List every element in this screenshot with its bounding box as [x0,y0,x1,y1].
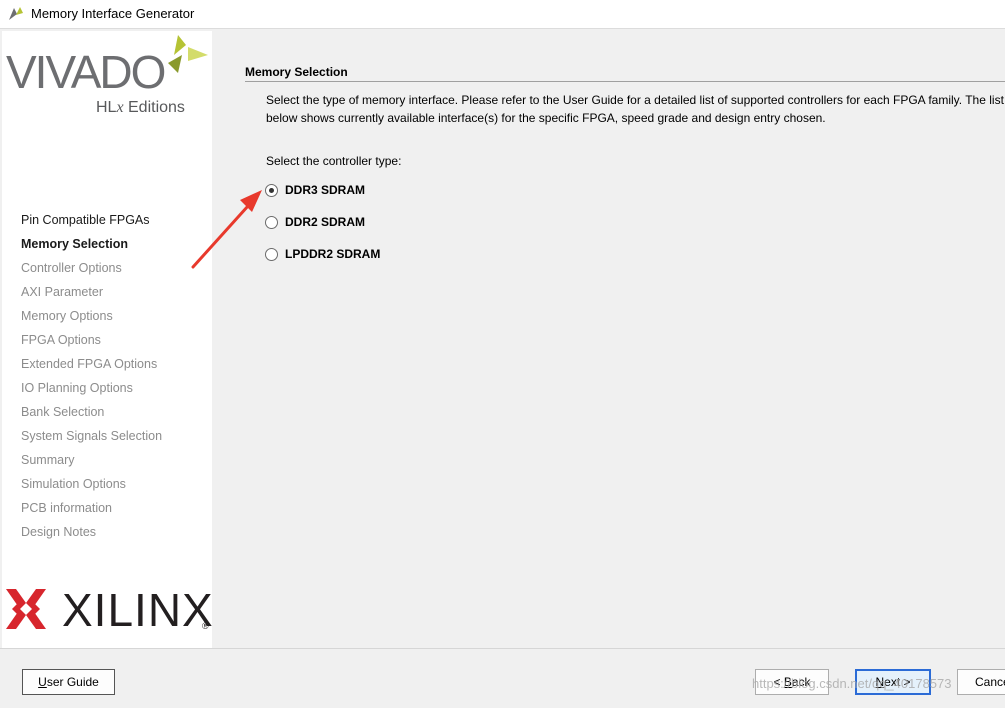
user-guide-button[interactable]: User Guide [22,669,115,695]
footer-divider [0,648,1005,649]
watermark-text: https://blog.csdn.net/qq_40178573 [752,676,952,691]
step-axi-parameter: AXI Parameter [21,285,103,299]
vivado-logo-text: VIVADO [6,46,166,98]
registered-mark: ® [202,621,209,631]
wizard-sidebar: VIVADO HLx Editions Pin Compatible FPGAs… [2,31,213,648]
step-bank-selection: Bank Selection [21,405,105,419]
vivado-leaf-icon [168,35,208,73]
controller-type-prompt: Select the controller type: [266,154,402,168]
step-pcb-information: PCB information [21,501,113,515]
step-io-planning-options: IO Planning Options [21,381,133,395]
section-divider [245,81,1005,82]
vivado-app-icon [9,7,23,20]
step-design-notes: Design Notes [21,525,97,539]
radio-button[interactable] [265,248,278,261]
radio-button[interactable] [265,216,278,229]
step-summary: Summary [21,453,75,467]
step-simulation-options: Simulation Options [21,477,126,491]
step-controller-options: Controller Options [21,261,122,275]
option-label[interactable]: LPDDR2 SDRAM [285,247,380,261]
step-memory-selection[interactable]: Memory Selection [21,233,162,257]
vivado-edition-text: HLx Editions [96,99,185,116]
vivado-logo: VIVADO HLx Editions [2,31,212,119]
option-label[interactable]: DDR2 SDRAM [285,215,365,229]
main-panel: Memory Selection Select the type of memo… [212,31,1005,648]
radio-button-checked[interactable] [265,184,278,197]
section-title: Memory Selection [245,65,348,79]
user-guide-label: ser Guide [46,675,99,689]
option-label[interactable]: DDR3 SDRAM [285,183,365,197]
xilinx-mark-icon [6,589,46,629]
xilinx-logo: XILINX ® [6,584,213,637]
step-fpga-options: FPGA Options [21,333,101,347]
cancel-button[interactable]: Cance [957,669,1005,695]
wizard-step-list: Pin Compatible FPGAs Memory Selection Co… [21,209,162,545]
title-bar: Memory Interface Generator [0,0,1005,29]
step-extended-fpga-options: Extended FPGA Options [21,357,158,371]
step-memory-options: Memory Options [21,309,113,323]
section-description: Select the type of memory interface. Ple… [266,93,1004,125]
step-pin-compatible-fpgas[interactable]: Pin Compatible FPGAs [21,209,162,233]
window-title: Memory Interface Generator [31,6,195,21]
xilinx-logo-text: XILINX [62,584,214,636]
step-system-signals-selection: System Signals Selection [21,429,163,443]
